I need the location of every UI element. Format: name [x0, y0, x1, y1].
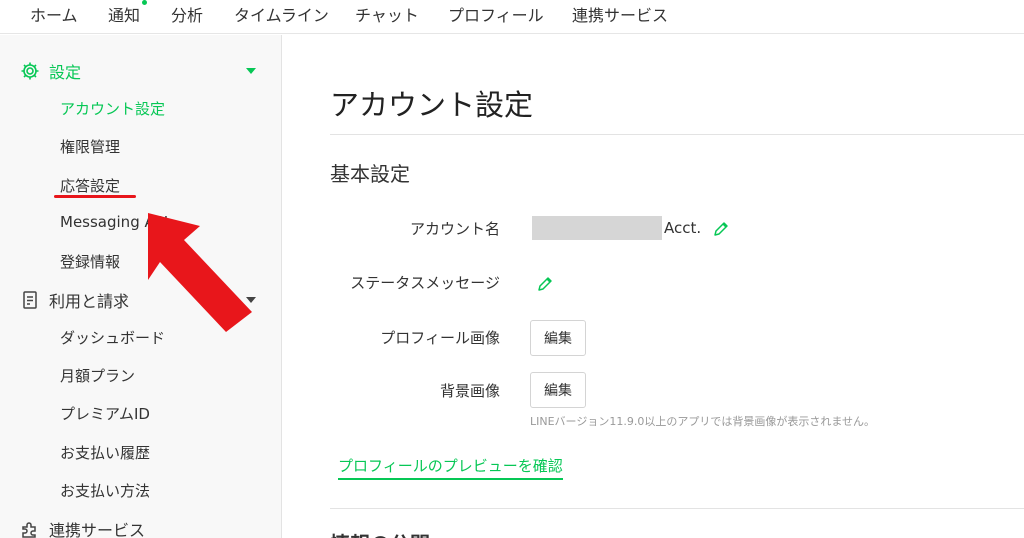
nav-timeline[interactable]: タイムライン	[234, 2, 329, 26]
sidebar-item-account-settings[interactable]: アカウント設定	[60, 98, 165, 119]
sidebar-item-payment-method[interactable]: お支払い方法	[60, 480, 150, 501]
pencil-icon[interactable]	[536, 275, 554, 293]
pencil-icon[interactable]	[712, 220, 730, 238]
account-name-label: アカウント名	[409, 220, 500, 238]
divider	[330, 134, 1024, 135]
sidebar-section-label: 利用と請求	[49, 292, 130, 311]
sidebar-item-response-settings[interactable]: 応答設定	[60, 175, 120, 196]
sidebar-item-registration-info[interactable]: 登録情報	[60, 251, 120, 272]
divider	[330, 508, 1024, 509]
edit-background-image-button[interactable]: 編集	[530, 372, 586, 408]
section-title-basic: 基本設定	[330, 162, 410, 186]
background-note: LINEバージョン11.9.0以上のアプリでは背景画像が表示されません。	[530, 415, 875, 428]
section-title-public-info: 情報の公開	[330, 528, 430, 538]
document-icon	[20, 290, 40, 310]
annotation-arrow-icon	[148, 213, 252, 332]
background-image-label: 背景画像	[439, 382, 500, 400]
nav-chat[interactable]: チャット	[355, 2, 419, 26]
gear-icon	[20, 61, 40, 81]
sidebar-item-monthly-plan[interactable]: 月額プラン	[60, 365, 135, 386]
top-navigation: ホーム 通知 分析 タイムライン チャット プロフィール 連携サービス	[0, 0, 1024, 34]
nav-integrations[interactable]: 連携サービス	[572, 2, 668, 26]
nav-profile[interactable]: プロフィール	[448, 2, 544, 26]
sidebar-section-billing[interactable]: 利用と請求	[20, 288, 129, 312]
page-title: アカウント設定	[330, 88, 534, 122]
profile-image-label: プロフィール画像	[380, 329, 500, 347]
sidebar-section-label: 連携サービス	[49, 521, 146, 538]
puzzle-icon	[20, 519, 40, 538]
nav-home[interactable]: ホーム	[30, 2, 78, 26]
sidebar-section-integrations[interactable]: 連携サービス	[20, 517, 145, 538]
account-name-redacted	[532, 216, 662, 240]
sidebar-item-permissions[interactable]: 権限管理	[60, 136, 120, 157]
sidebar-section-label: 設定	[49, 63, 82, 82]
sidebar-item-premium-id[interactable]: プレミアムID	[60, 403, 150, 424]
annotation-underline	[54, 195, 136, 198]
sidebar-section-settings[interactable]: 設定	[20, 59, 81, 83]
account-name-value: Acct.	[664, 219, 702, 237]
nav-analytics[interactable]: 分析	[171, 2, 203, 26]
profile-preview-link[interactable]: プロフィールのプレビューを確認	[338, 455, 563, 480]
nav-notifications[interactable]: 通知	[108, 2, 140, 26]
sidebar-item-payment-history[interactable]: お支払い履歴	[60, 442, 150, 463]
caret-down-icon[interactable]	[246, 68, 256, 74]
edit-profile-image-button[interactable]: 編集	[530, 320, 586, 356]
notification-dot	[142, 0, 147, 5]
status-message-label: ステータスメッセージ	[350, 274, 500, 292]
